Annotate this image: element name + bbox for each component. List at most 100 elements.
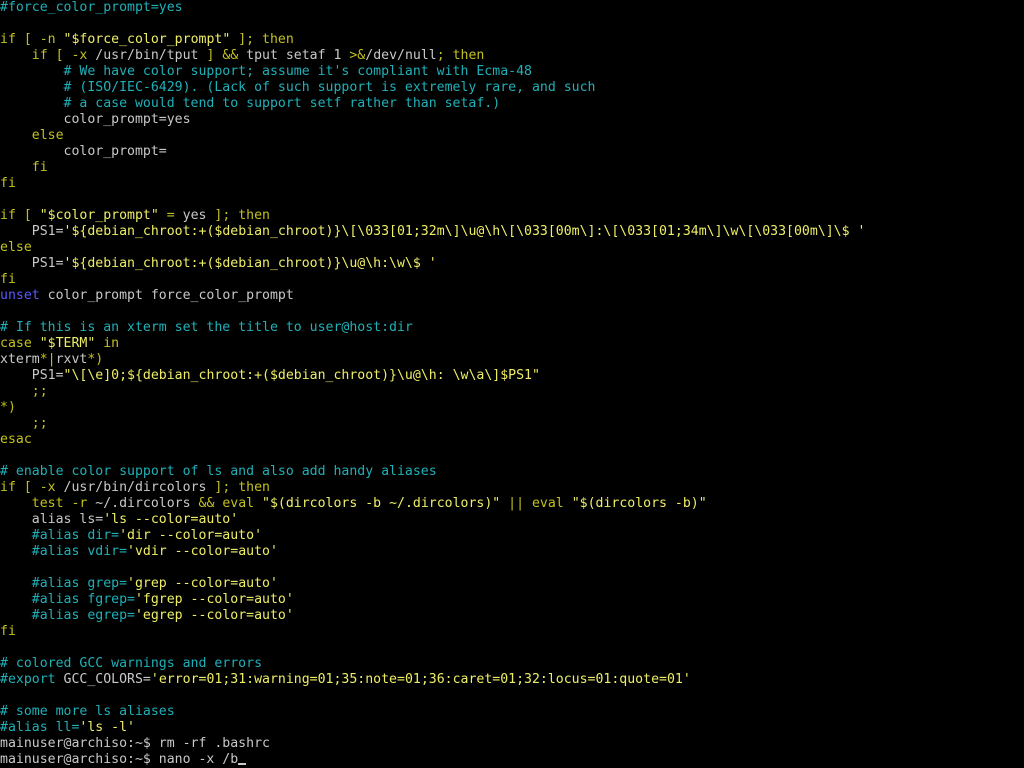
terminal-text: GCC_COLORS= — [63, 672, 151, 687]
terminal-text: *) — [87, 352, 104, 367]
terminal-text: 'ls --color=auto' — [103, 512, 239, 527]
terminal-text: # (ISO/IEC-6429). (Lack of such support … — [0, 80, 596, 95]
terminal-text: mainuser@archiso:~$ rm -rf .bashrc — [0, 736, 270, 751]
terminal-line: test -r ~/.dircolors && eval "$(dircolor… — [0, 496, 865, 512]
terminal-line: *) — [0, 400, 865, 416]
terminal-window[interactable]: #force_color_prompt=yes if [ -n "$force_… — [0, 0, 1024, 768]
terminal-text: 'error=01;31:warning=01;35:note=01;36:ca… — [150, 672, 691, 687]
terminal-text: if [ -n — [0, 32, 64, 47]
terminal-text: 'grep --color=auto' — [127, 576, 278, 591]
terminal-line: fi — [0, 624, 865, 640]
terminal-text: case — [0, 336, 40, 351]
terminal-text: "$force_color_prompt" — [63, 32, 231, 47]
terminal-text: #alias fgrep= — [0, 592, 135, 607]
terminal-line: #force_color_prompt=yes — [0, 0, 865, 16]
terminal-line: xterm*|rxvt*) — [0, 352, 865, 368]
terminal-text: *) — [0, 400, 16, 415]
terminal-line: # some more ls aliases — [0, 704, 865, 720]
terminal-line: ;; — [0, 384, 865, 400]
terminal-text: #force_color_prompt=yes — [0, 0, 183, 15]
terminal-text: && eval — [198, 496, 263, 511]
terminal-text: xterm — [0, 352, 40, 367]
terminal-text: else — [0, 128, 64, 143]
terminal-line: if [ -x /usr/bin/tput ] && tput setaf 1 … — [0, 48, 865, 64]
terminal-text: PS1= — [0, 256, 64, 271]
terminal-line: esac — [0, 432, 865, 448]
terminal-line: if [ "$color_prompt" = yes ]; then — [0, 208, 865, 224]
terminal-text: 'dir --color=auto' — [119, 528, 263, 543]
terminal-text: #alias grep= — [0, 576, 128, 591]
terminal-text: # enable color support of ls and also ad… — [0, 464, 437, 479]
terminal-text: '${debian_chroot:+($debian_chroot)}\u@\h… — [63, 256, 437, 271]
terminal-text: color_prompt=yes — [0, 112, 191, 127]
terminal-text: if [ -x — [0, 48, 96, 63]
terminal-text: /usr/bin/tput — [95, 48, 199, 63]
terminal-line: fi — [0, 176, 865, 192]
terminal-text: '${debian_chroot:+($debian_chroot)}\[\03… — [63, 224, 866, 239]
terminal-text: 'ls -l' — [79, 720, 135, 735]
terminal-line: if [ -x /usr/bin/dircolors ]; then — [0, 480, 865, 496]
terminal-text: #alias dir= — [0, 528, 120, 543]
terminal-text: unset — [0, 288, 40, 303]
terminal-line: #alias dir='dir --color=auto' — [0, 528, 865, 544]
terminal-text: if [ — [0, 208, 40, 223]
terminal-line: if [ -n "$force_color_prompt" ]; then — [0, 32, 865, 48]
terminal-line: # enable color support of ls and also ad… — [0, 464, 865, 480]
terminal-line: else — [0, 240, 865, 256]
terminal-line: PS1="\[\e]0;${debian_chroot:+($debian_ch… — [0, 368, 865, 384]
terminal-text: # some more ls aliases — [0, 704, 175, 719]
terminal-text: 'egrep --color=auto' — [134, 608, 294, 623]
terminal-line: case "$TERM" in — [0, 336, 865, 352]
terminal-line: #alias fgrep='fgrep --color=auto' — [0, 592, 865, 608]
terminal-line: ;; — [0, 416, 865, 432]
terminal-line: PS1='${debian_chroot:+($debian_chroot)}\… — [0, 256, 865, 272]
terminal-text: ]; then — [230, 32, 294, 47]
terminal-line: mainuser@archiso:~$ nano -x /b — [0, 752, 865, 768]
terminal-text: fi — [0, 272, 16, 287]
terminal-text: if [ -x — [0, 480, 64, 495]
terminal-line: # a case would tend to support setf rath… — [0, 96, 865, 112]
terminal-text: fi — [0, 624, 16, 639]
terminal-text: ;; — [0, 416, 48, 431]
terminal-text: mainuser@archiso:~$ nano -x /b — [0, 752, 239, 767]
terminal-line: color_prompt=yes — [0, 112, 865, 128]
terminal-screen: #force_color_prompt=yes if [ -n "$force_… — [0, 0, 865, 768]
terminal-text: # a case would tend to support setf rath… — [0, 96, 501, 111]
terminal-text: /dev/null — [365, 48, 437, 63]
terminal-line: PS1='${debian_chroot:+($debian_chroot)}\… — [0, 224, 866, 240]
terminal-text: # colored GCC warnings and errors — [0, 656, 263, 671]
terminal-text: ] && — [198, 48, 247, 63]
terminal-line: mainuser@archiso:~$ rm -rf .bashrc — [0, 736, 865, 752]
terminal-text: *| — [39, 352, 56, 367]
terminal-text: "$(dircolors -b ~/.dircolors)" — [262, 496, 501, 511]
terminal-text: ;; — [0, 384, 48, 399]
terminal-line: # colored GCC warnings and errors — [0, 656, 865, 672]
terminal-line: #alias grep='grep --color=auto' — [0, 576, 865, 592]
terminal-text: #export — [0, 672, 64, 687]
terminal-text: #alias vdir= — [0, 544, 128, 559]
terminal-text: PS1= — [0, 224, 64, 239]
terminal-line: # We have color support; assume it's com… — [0, 64, 865, 80]
terminal-text: "\[\e]0;${debian_chroot:+($debian_chroot… — [63, 368, 540, 383]
terminal-line: fi — [0, 160, 865, 176]
terminal-line: fi — [0, 272, 865, 288]
terminal-text: "$color_prompt" — [39, 208, 159, 223]
terminal-text: ]; then — [206, 480, 270, 495]
terminal-line: #export GCC_COLORS='error=01;31:warning=… — [0, 672, 865, 688]
terminal-text: tput setaf 1 — [246, 48, 350, 63]
terminal-text: 'fgrep --color=auto' — [134, 592, 294, 607]
terminal-line: # If this is an xterm set the title to u… — [0, 320, 865, 336]
terminal-text: else — [0, 240, 32, 255]
terminal-text: ; then — [436, 48, 485, 63]
text-cursor — [238, 763, 247, 765]
terminal-text: fi — [0, 160, 48, 175]
terminal-line: # (ISO/IEC-6429). (Lack of such support … — [0, 80, 865, 96]
terminal-text: PS1= — [0, 368, 64, 383]
terminal-line: color_prompt= — [0, 144, 865, 160]
terminal-text: color_prompt= — [0, 144, 167, 159]
terminal-line: #alias egrep='egrep --color=auto' — [0, 608, 865, 624]
terminal-text: 'vdir --color=auto' — [127, 544, 278, 559]
